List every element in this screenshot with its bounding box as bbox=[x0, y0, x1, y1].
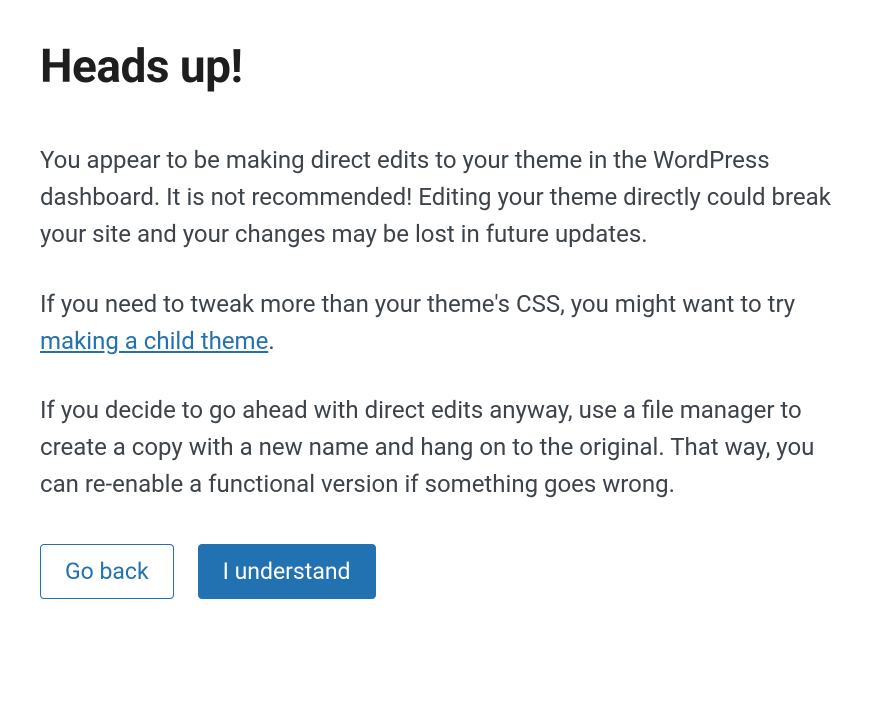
paragraph-2-text-after: . bbox=[268, 327, 274, 355]
child-theme-link[interactable]: making a child theme bbox=[40, 327, 268, 355]
warning-paragraph-3: If you decide to go ahead with direct ed… bbox=[40, 392, 842, 504]
theme-editor-warning-dialog: Heads up! You appear to be making direct… bbox=[40, 40, 842, 599]
warning-paragraph-1: You appear to be making direct edits to … bbox=[40, 142, 842, 254]
dialog-title: Heads up! bbox=[40, 40, 842, 94]
paragraph-2-text-before: If you need to tweak more than your them… bbox=[40, 290, 795, 318]
i-understand-button[interactable]: I understand bbox=[198, 544, 376, 600]
dialog-buttons: Go back I understand bbox=[40, 544, 842, 600]
go-back-button[interactable]: Go back bbox=[40, 544, 174, 600]
warning-paragraph-2: If you need to tweak more than your them… bbox=[40, 286, 842, 360]
